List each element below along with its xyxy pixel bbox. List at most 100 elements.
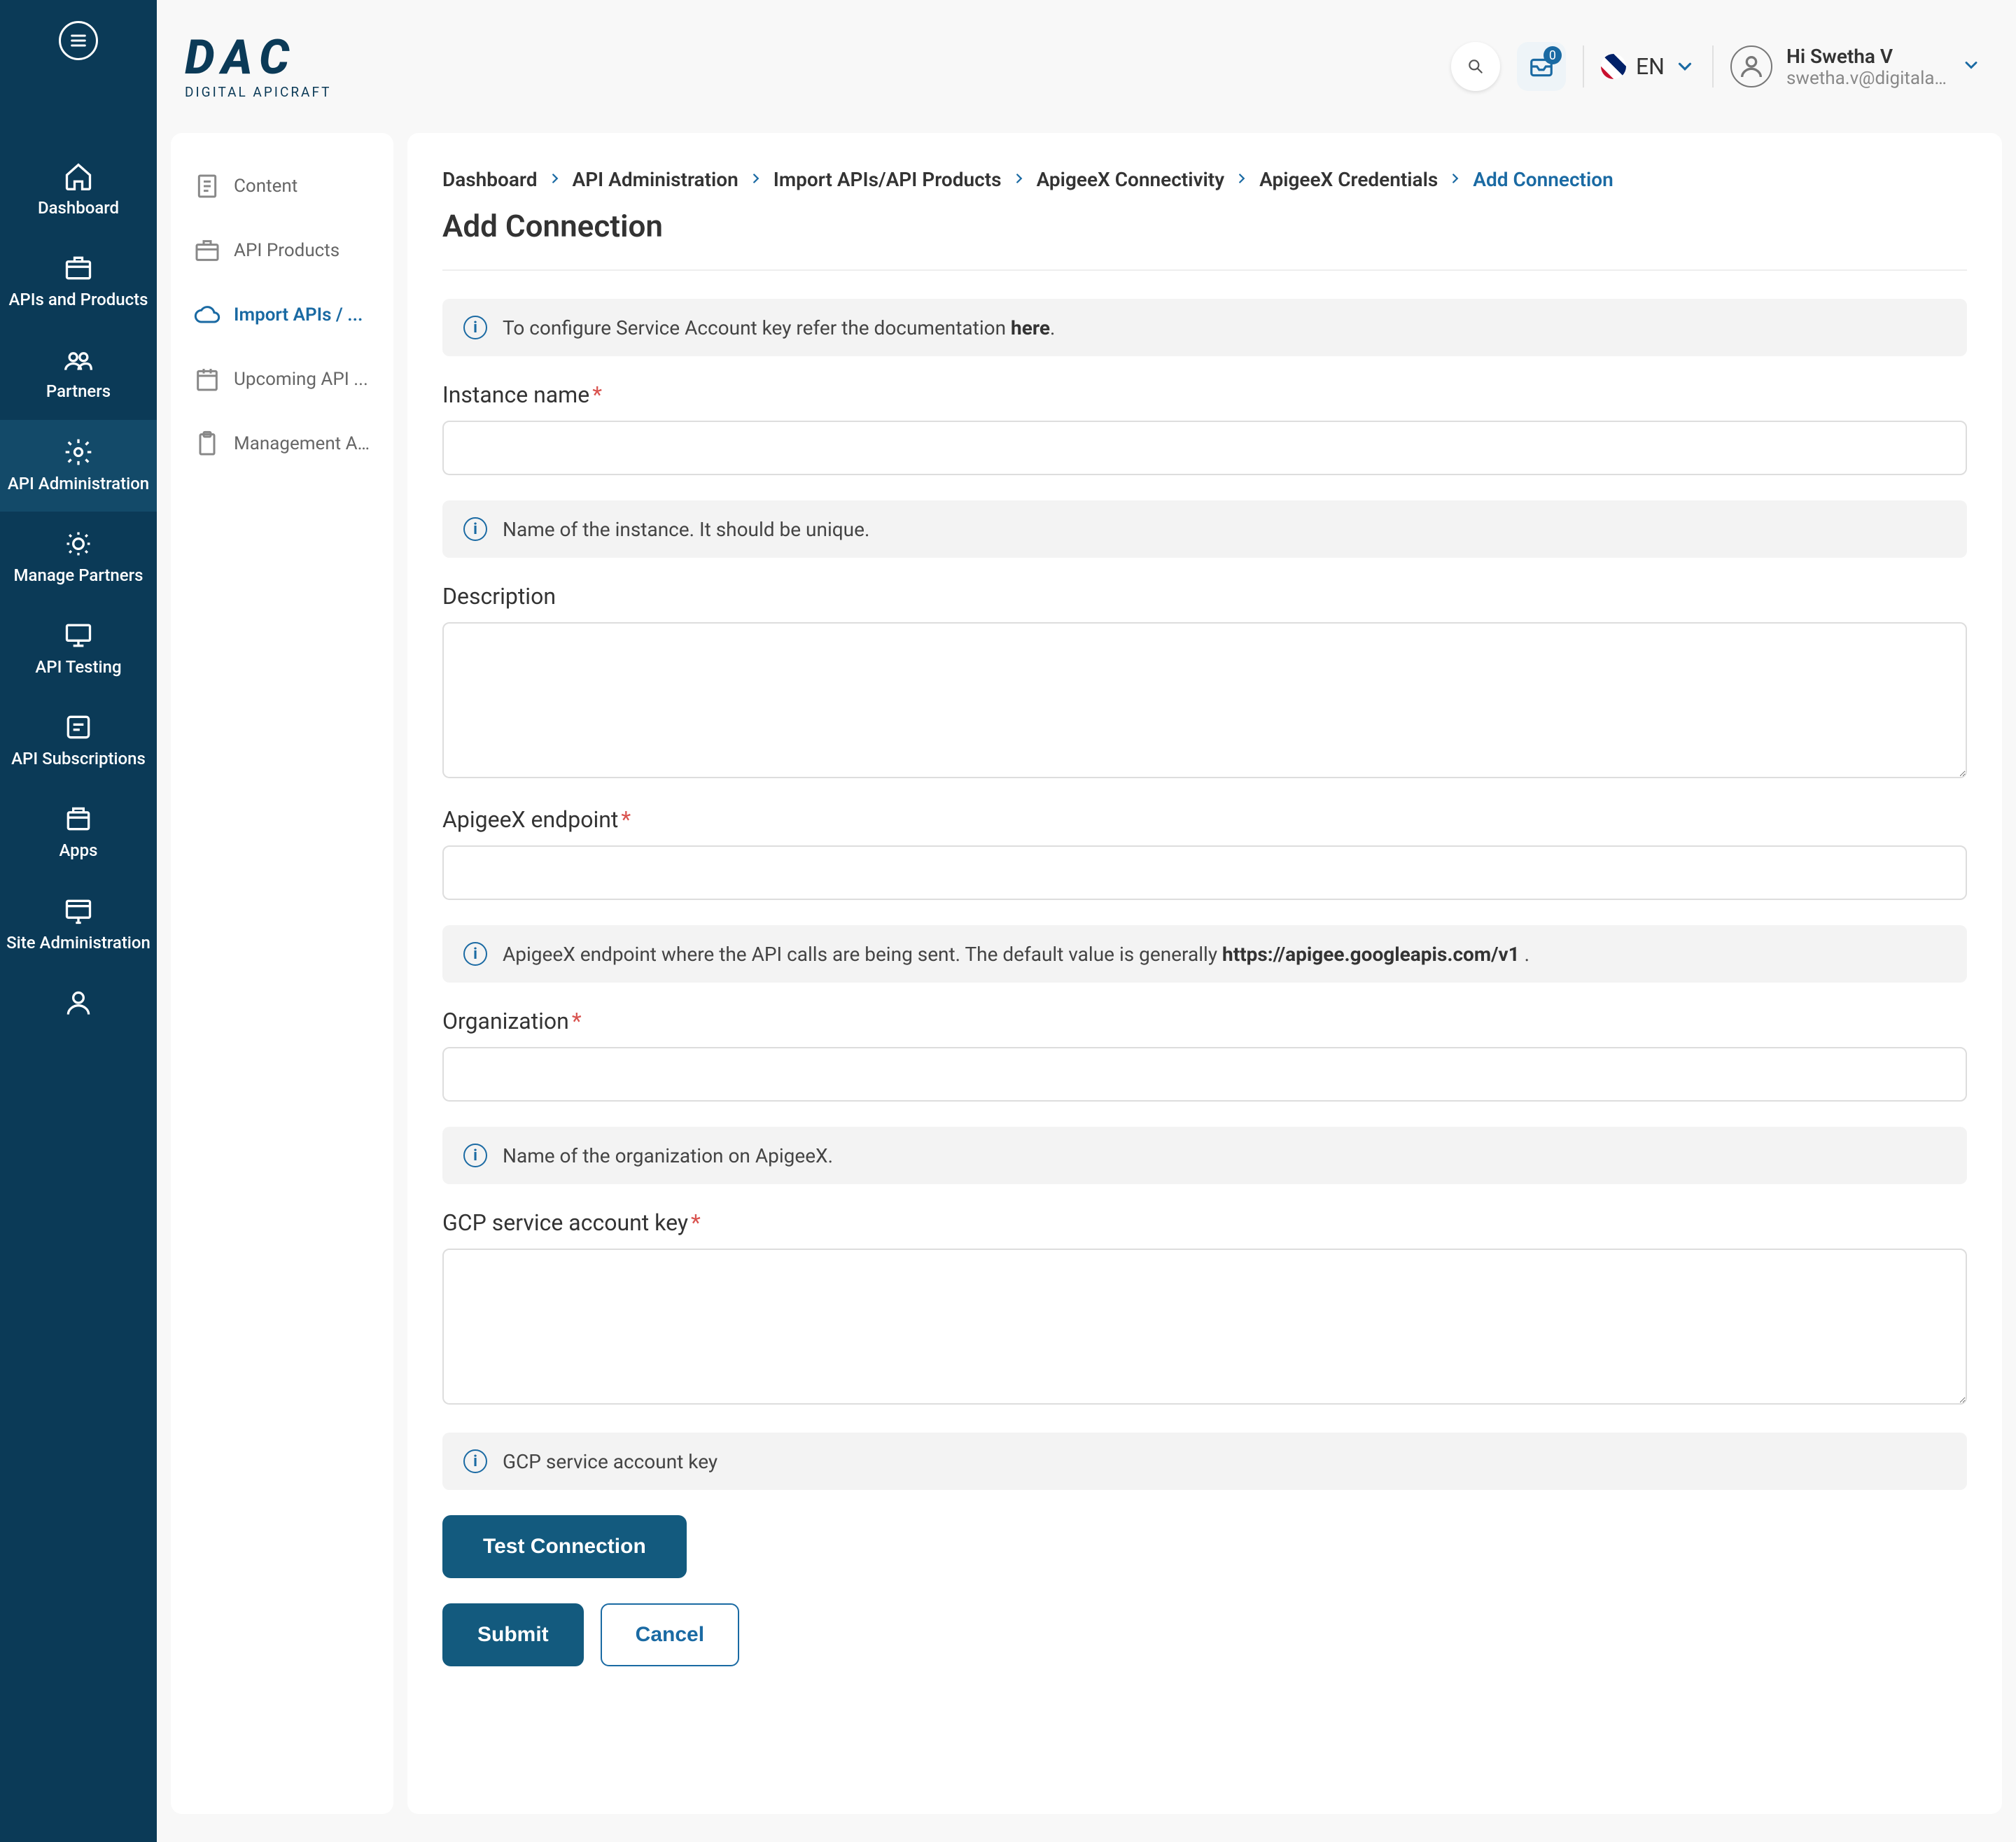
- breadcrumb: Dashboard API Administration Import APIs/A…: [442, 168, 1967, 191]
- search-button[interactable]: [1451, 42, 1500, 91]
- info-icon: i: [463, 316, 487, 339]
- chevron-right-icon: [1011, 168, 1027, 191]
- sub-nav-content[interactable]: Content: [179, 154, 385, 218]
- primary-nav-label: Partners: [46, 381, 111, 401]
- description-label: Description: [442, 583, 1967, 610]
- notifications-button[interactable]: 0: [1517, 42, 1566, 91]
- primary-nav-label: Dashboard: [38, 198, 119, 218]
- organization-label: Organization*: [442, 1008, 1967, 1034]
- chevron-right-icon: [1234, 168, 1250, 191]
- page-title: Add Connection: [442, 208, 1967, 244]
- sub-nav-api-products[interactable]: API Products: [179, 218, 385, 283]
- sub-nav-import-apis-[interactable]: Import APIs / ...: [179, 283, 385, 347]
- primary-nav-partners[interactable]: Partners: [0, 328, 157, 419]
- sub-nav-label: Upcoming API ...: [234, 369, 368, 390]
- site-icon: [63, 896, 94, 927]
- monitor-icon: [63, 620, 94, 651]
- primary-nav-dashboard[interactable]: Dashboard: [0, 144, 157, 236]
- person-icon: [63, 987, 94, 1018]
- instance-name-label: Instance name*: [442, 381, 1967, 408]
- primary-nav-site-administration[interactable]: Site Administration: [0, 879, 157, 971]
- primary-nav-label: Manage Partners: [14, 565, 144, 585]
- notifications-badge: 0: [1544, 46, 1562, 64]
- home-icon: [63, 161, 94, 192]
- user-menu[interactable]: Hi Swetha V swetha.v@digitala...: [1730, 45, 1981, 89]
- info-icon: i: [463, 1449, 487, 1473]
- sub-nav-label: API Products: [234, 240, 340, 261]
- primary-nav-label: API Subscriptions: [11, 749, 146, 768]
- organization-input[interactable]: [442, 1047, 1967, 1102]
- primary-nav-api-testing[interactable]: API Testing: [0, 603, 157, 695]
- brand-name: DAC: [185, 34, 331, 81]
- search-icon: [1466, 57, 1485, 76]
- user-greeting: Hi Swetha V: [1786, 45, 1947, 68]
- flag-uk-icon: [1601, 54, 1626, 79]
- cloud-icon: [193, 301, 221, 329]
- chevron-down-icon: [1961, 55, 1981, 75]
- chevron-down-icon: [1674, 56, 1695, 77]
- primary-nav-api-subscriptions[interactable]: API Subscriptions: [0, 695, 157, 787]
- primary-nav-api-administration[interactable]: API Administration: [0, 420, 157, 512]
- info-icon: i: [463, 517, 487, 541]
- primary-nav-label: Apps: [59, 841, 97, 860]
- breadcrumb-item[interactable]: ApigeeX Connectivity: [1037, 168, 1225, 191]
- apigeex-endpoint-input[interactable]: [442, 845, 1967, 900]
- instance-name-input[interactable]: [442, 421, 1967, 475]
- info-box-top: i To configure Service Account key refer…: [442, 299, 1967, 356]
- divider: [442, 269, 1967, 271]
- logo[interactable]: DAC DIGITAL APICRAFT: [185, 34, 331, 100]
- primary-nav-apps[interactable]: Apps: [0, 787, 157, 878]
- breadcrumb-current: Add Connection: [1473, 168, 1613, 191]
- header: DAC DIGITAL APICRAFT 0 EN: [157, 0, 2016, 133]
- calendar-icon: [193, 365, 221, 393]
- info-icon: i: [463, 942, 487, 966]
- breadcrumb-item[interactable]: API Administration: [573, 168, 738, 191]
- doc-icon: [193, 172, 221, 200]
- test-connection-button[interactable]: Test Connection: [442, 1515, 687, 1578]
- primary-nav-label: API Administration: [8, 474, 149, 493]
- gcp-key-textarea[interactable]: [442, 1249, 1967, 1405]
- menu-toggle[interactable]: [59, 21, 98, 60]
- primary-nav-item[interactable]: [0, 971, 157, 1041]
- sub-nav-label: Import APIs / ...: [234, 304, 363, 325]
- language-label: EN: [1636, 53, 1665, 80]
- info-box-instance: i Name of the instance. It should be uni…: [442, 500, 1967, 558]
- group-icon: [63, 344, 94, 375]
- submit-button[interactable]: Submit: [442, 1603, 584, 1666]
- primary-nav-manage-partners[interactable]: Manage Partners: [0, 512, 157, 603]
- primary-nav-label: API Testing: [35, 657, 121, 677]
- gear-icon: [63, 437, 94, 467]
- description-textarea[interactable]: [442, 622, 1967, 778]
- divider: [1583, 45, 1584, 87]
- sub-icon: [63, 712, 94, 743]
- breadcrumb-item[interactable]: ApigeeX Credentials: [1259, 168, 1438, 191]
- primary-nav-label: APIs and Products: [9, 290, 148, 309]
- apigeex-endpoint-label: ApigeeX endpoint*: [442, 806, 1967, 833]
- user-email: swetha.v@digitala...: [1786, 68, 1947, 89]
- cancel-button[interactable]: Cancel: [601, 1603, 739, 1666]
- breadcrumb-item[interactable]: Dashboard: [442, 168, 538, 191]
- hamburger-icon: [69, 31, 88, 50]
- info-box-organization: i Name of the organization on ApigeeX.: [442, 1127, 1967, 1184]
- primary-nav-apis-and-products[interactable]: APIs and Products: [0, 236, 157, 328]
- apps-icon: [63, 803, 94, 834]
- info-icon: i: [463, 1144, 487, 1167]
- divider: [1712, 45, 1714, 87]
- sub-nav-upcoming-api-[interactable]: Upcoming API ...: [179, 347, 385, 412]
- chevron-right-icon: [547, 168, 563, 191]
- sub-nav-management-a-[interactable]: Management A...: [179, 412, 385, 476]
- language-selector[interactable]: EN: [1601, 53, 1695, 80]
- chevron-right-icon: [748, 168, 764, 191]
- primary-nav-label: Site Administration: [6, 933, 150, 952]
- main-content: Dashboard API Administration Import APIs/A…: [407, 133, 2002, 1814]
- sub-nav-label: Management A...: [234, 433, 371, 454]
- chevron-right-icon: [1448, 168, 1463, 191]
- gear2-icon: [63, 528, 94, 559]
- gcp-key-label: GCP service account key*: [442, 1209, 1967, 1236]
- box-icon: [193, 237, 221, 265]
- info-box-endpoint: i ApigeeX endpoint where the API calls a…: [442, 925, 1967, 983]
- documentation-link[interactable]: here: [1011, 316, 1050, 339]
- info-box-gcp-key: i GCP service account key: [442, 1433, 1967, 1490]
- box-icon: [63, 253, 94, 283]
- breadcrumb-item[interactable]: Import APIs/API Products: [774, 168, 1002, 191]
